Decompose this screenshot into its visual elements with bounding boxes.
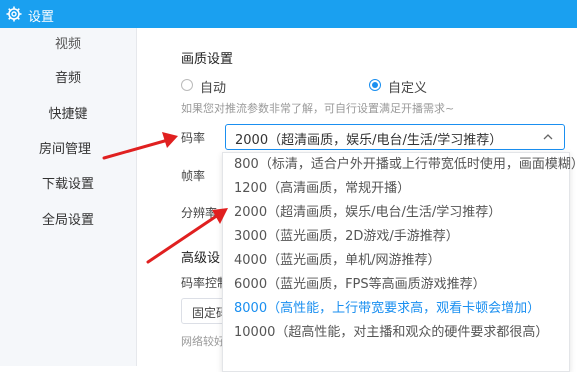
sidebar-item-room-management[interactable]: 房间管理 — [0, 135, 136, 165]
title-bar: 设置 — [0, 0, 577, 28]
bitrate-option-6000[interactable]: 6000（蓝光画质，FPS等高画质游戏推荐） — [223, 273, 569, 297]
sidebar: 视频 音频 快捷键 房间管理 下载设置 全局设置 — [0, 28, 137, 366]
advanced-heading: 高级设 — [181, 251, 221, 266]
bitrate-option-1200[interactable]: 1200（高清画质，常规开播） — [223, 177, 569, 201]
network-hint: 网络较好 — [181, 335, 225, 348]
bitrate-option-4000[interactable]: 4000（蓝光画质，单机/网游推荐） — [223, 249, 569, 273]
bitrate-dropdown: 800（标清，适合户外开播或上行带宽低时使用，画面模糊） 1200（高清画质，常… — [222, 152, 577, 372]
bitrate-select-value: 2000（超清画质，娱乐/电台/生活/学习推荐） — [235, 133, 503, 148]
bitrate-select[interactable]: 2000（超清画质，娱乐/电台/生活/学习推荐） — [225, 124, 565, 150]
sidebar-item-download-settings[interactable]: 下载设置 — [0, 170, 136, 200]
bitrate-option-2000[interactable]: 2000（超清画质，娱乐/电台/生活/学习推荐） — [223, 201, 569, 225]
sidebar-item-audio[interactable]: 音频 — [0, 64, 136, 94]
sidebar-item-shortcuts[interactable]: 快捷键 — [0, 100, 136, 130]
bitrate-option-800[interactable]: 800（标清，适合户外开播或上行带宽低时使用，画面模糊） — [223, 153, 577, 177]
auto-radio-label[interactable]: 自动 — [200, 77, 226, 96]
gear-icon — [6, 6, 22, 22]
bitrate-label: 码率 — [181, 131, 206, 145]
bitrate-option-10000[interactable]: 10000（超高性能，对主播和观众的硬件要求都很高） — [223, 321, 569, 345]
bitrate-option-8000[interactable]: 8000（高性能，上行带宽要求高，观看卡顿会增加） — [223, 297, 569, 321]
custom-radio-label[interactable]: 自定义 — [388, 77, 427, 96]
chevron-up-icon — [543, 134, 553, 140]
sidebar-item-video[interactable]: 视频 — [0, 30, 136, 60]
video-settings-panel: 画质设置 自动 自定义 如果您对推流参数非常了解，可自行设置满足开播需求~ 码率… — [137, 28, 577, 372]
resolution-label: 分辨率 — [181, 206, 218, 220]
sidebar-item-global-settings[interactable]: 全局设置 — [0, 206, 136, 236]
window-title: 设置 — [28, 10, 55, 25]
framerate-label: 帧率 — [181, 169, 206, 183]
bitrate-option-3000[interactable]: 3000（蓝光画质，2D游戏/手游推荐） — [223, 225, 569, 249]
auto-radio[interactable] — [181, 79, 193, 91]
quality-heading: 画质设置 — [181, 52, 234, 67]
custom-hint: 如果您对推流参数非常了解，可自行设置满足开播需求~ — [181, 102, 455, 115]
custom-radio[interactable] — [369, 79, 381, 91]
